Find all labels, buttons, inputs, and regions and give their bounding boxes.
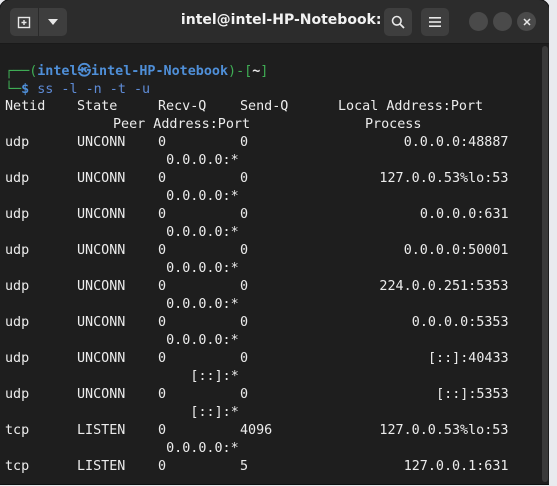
cell-netid: udp xyxy=(5,207,30,222)
window-edge xyxy=(549,0,557,486)
close-icon xyxy=(522,17,531,26)
terminal-output[interactable]: ┌──(intel㉿intel-HP-Notebook)-[~] └─$ ss … xyxy=(0,44,549,484)
cell-sendq: 0 xyxy=(240,351,249,366)
cell-sendq: 4096 xyxy=(240,423,273,438)
prompt-host: intel-HP-Notebook xyxy=(90,64,229,79)
cell-state: UNCONN xyxy=(77,387,126,402)
terminal-window: intel@intel-HP-Notebook: ~ ┌──(intel㉿int… xyxy=(0,0,549,484)
header-sendq: Send-Q xyxy=(240,99,289,114)
cell-netid: udp xyxy=(5,171,30,186)
cell-local-address: 127.0.0.53%lo:53 xyxy=(379,171,509,186)
cell-state: UNCONN xyxy=(77,351,126,366)
cell-sendq: 0 xyxy=(240,135,249,150)
cell-netid: udp xyxy=(5,387,30,402)
header-state: State xyxy=(77,99,118,114)
cell-state: UNCONN xyxy=(77,207,126,222)
cell-peer-address: 0.0.0.0:* xyxy=(166,261,239,276)
prompt-dir-close: ] xyxy=(260,64,269,79)
cell-recvq: 0 xyxy=(158,351,167,366)
cell-peer-address: [::]:* xyxy=(190,369,239,384)
prompt-corner: ┌── xyxy=(5,64,30,79)
cell-state: LISTEN xyxy=(77,423,126,438)
cell-peer-address: 0.0.0.0:* xyxy=(166,441,239,456)
cell-recvq: 0 xyxy=(158,423,167,438)
cell-peer-address: [::]:* xyxy=(190,405,239,420)
cell-recvq: 0 xyxy=(158,279,167,294)
cell-local-address: 127.0.0.53%lo:53 xyxy=(379,423,509,438)
cell-recvq: 0 xyxy=(158,135,167,150)
cell-peer-address: 0.0.0.0:* xyxy=(166,153,239,168)
cell-recvq: 0 xyxy=(158,207,167,222)
command-text: ss -l -n -t -u xyxy=(37,82,151,97)
cell-sendq: 0 xyxy=(240,171,249,186)
menu-button[interactable] xyxy=(421,8,449,36)
prompt-corner-bottom: └─ xyxy=(5,82,22,97)
command-line: └─$ ss -l -n -t -u xyxy=(5,81,150,99)
cell-sendq: 0 xyxy=(240,315,249,330)
header-peer: Peer Address:Port xyxy=(113,117,251,132)
cell-netid: udp xyxy=(5,243,30,258)
cell-local-address: [::]:5353 xyxy=(436,387,509,402)
scrollbar[interactable] xyxy=(542,46,548,482)
search-button[interactable] xyxy=(384,8,412,36)
cell-peer-address: 0.0.0.0:* xyxy=(166,189,239,204)
cell-sendq: 0 xyxy=(240,207,249,222)
minimize-button[interactable] xyxy=(469,12,488,31)
header-netid: Netid xyxy=(5,99,46,114)
cell-peer-address: 0.0.0.0:* xyxy=(166,333,239,348)
cell-netid: tcp xyxy=(5,423,30,438)
cell-local-address: 0.0.0.0:48887 xyxy=(403,135,509,150)
cell-state: UNCONN xyxy=(77,135,126,150)
cell-netid: udp xyxy=(5,135,30,150)
cell-recvq: 0 xyxy=(158,243,167,258)
cell-netid: udp xyxy=(5,351,30,366)
cell-state: LISTEN xyxy=(77,459,126,474)
prompt-user: intel xyxy=(37,64,78,79)
cell-recvq: 0 xyxy=(158,387,167,402)
prompt-line: ┌──(intel㉿intel-HP-Notebook)-[~] xyxy=(5,63,268,81)
cell-local-address: 0.0.0.0:50001 xyxy=(403,243,509,258)
cell-state: UNCONN xyxy=(77,279,126,294)
prompt-close: )-[ xyxy=(228,64,253,79)
cell-recvq: 0 xyxy=(158,459,167,474)
title-bar: intel@intel-HP-Notebook: ~ xyxy=(0,0,549,44)
close-button[interactable] xyxy=(517,12,536,31)
cell-sendq: 5 xyxy=(240,459,249,474)
cell-recvq: 0 xyxy=(158,171,167,186)
cell-netid: tcp xyxy=(5,459,30,474)
header-recvq: Recv-Q xyxy=(158,99,207,114)
cell-local-address: 0.0.0.0:5353 xyxy=(411,315,509,330)
header-local: Local Address:Port xyxy=(338,99,484,114)
cell-local-address: [::]:40433 xyxy=(428,351,509,366)
cell-state: UNCONN xyxy=(77,243,126,258)
window-title: intel@intel-HP-Notebook: ~ xyxy=(180,12,399,28)
cell-local-address: 127.0.0.1:631 xyxy=(403,459,509,474)
cell-peer-address: 0.0.0.0:* xyxy=(166,225,239,240)
cell-local-address: 224.0.0.251:5353 xyxy=(379,279,509,294)
cell-state: UNCONN xyxy=(77,315,126,330)
cell-sendq: 0 xyxy=(240,243,249,258)
cell-state: UNCONN xyxy=(77,171,126,186)
cell-recvq: 0 xyxy=(158,315,167,330)
cell-sendq: 0 xyxy=(240,387,249,402)
header-process: Process xyxy=(365,117,422,132)
hamburger-menu-icon xyxy=(429,17,441,27)
prompt-at-symbol: ㉿ xyxy=(77,64,91,79)
cell-netid: udp xyxy=(5,315,30,330)
cell-sendq: 0 xyxy=(240,279,249,294)
cell-local-address: 0.0.0.0:631 xyxy=(419,207,509,222)
search-icon xyxy=(391,15,405,29)
cell-netid: udp xyxy=(5,279,30,294)
prompt-dollar: $ xyxy=(21,82,30,97)
maximize-button[interactable] xyxy=(493,12,512,31)
cell-peer-address: 0.0.0.0:* xyxy=(166,297,239,312)
